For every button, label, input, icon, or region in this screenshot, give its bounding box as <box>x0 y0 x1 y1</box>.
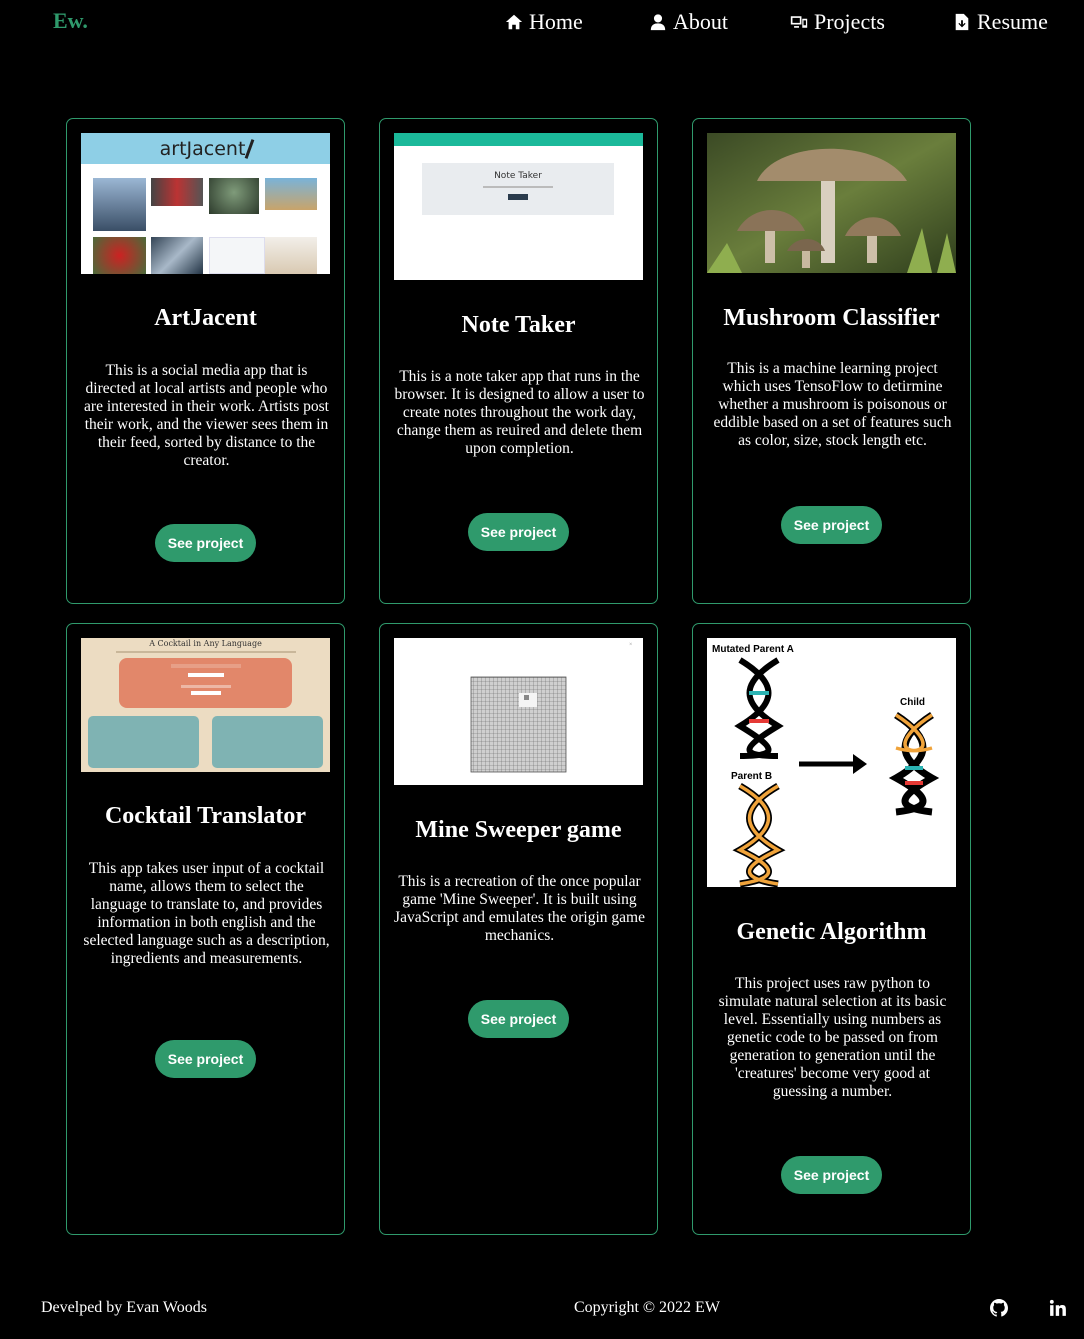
project-title: Mine Sweeper game <box>415 817 622 843</box>
cocktail-translator-screenshot: A Cocktail in Any Language <box>81 638 330 772</box>
project-description: This is a machine learning project which… <box>713 360 952 449</box>
see-project-button[interactable]: See project <box>781 1156 882 1194</box>
nav-home-link[interactable]: Home <box>505 8 583 36</box>
genetic-algorithm-diagram: Mutated Parent A Parent B Child <box>707 638 956 887</box>
see-project-button[interactable]: See project <box>468 1000 569 1038</box>
project-title: Genetic Algorithm <box>736 919 927 945</box>
svg-text:×: × <box>629 642 632 648</box>
site-logo[interactable]: Ew. <box>53 8 88 34</box>
see-project-button[interactable]: See project <box>155 524 256 562</box>
nav-about-link[interactable]: About <box>649 8 728 36</box>
nav-projects-link[interactable]: Projects <box>790 8 885 36</box>
nav-resume-link[interactable]: Resume <box>953 8 1048 36</box>
project-card-mushroom-classifier: Mushroom Classifier This is a machine le… <box>692 118 971 604</box>
project-card-cocktail-translator: A Cocktail in Any Language Cocktail Tran… <box>66 623 345 1235</box>
see-project-button[interactable]: See project <box>781 506 882 544</box>
project-description: This is a recreation of the once popular… <box>394 873 645 944</box>
github-icon <box>990 1299 1008 1317</box>
footer-copyright: Copyright © 2022 EW <box>574 1299 720 1316</box>
project-card-artjacent: artJacent ArtJacent This is a social med… <box>66 118 345 604</box>
nav-resume-label: Resume <box>977 9 1048 34</box>
parent-b-label: Parent B <box>731 771 773 782</box>
file-download-icon <box>955 13 969 31</box>
project-card-genetic-algorithm: Mutated Parent A Parent B Child Genetic … <box>692 623 971 1235</box>
see-project-button[interactable]: See project <box>468 513 569 551</box>
project-title: Mushroom Classifier <box>723 305 940 331</box>
project-description: This app takes user input of a cocktail … <box>83 860 330 967</box>
user-icon <box>650 14 666 31</box>
nav-about-label: About <box>673 9 728 34</box>
nav-projects-label: Projects <box>814 9 885 34</box>
artjacent-screenshot: artJacent <box>81 133 330 274</box>
project-title: Note Taker <box>461 312 576 338</box>
child-label: Child <box>900 697 925 708</box>
home-icon <box>505 14 523 30</box>
note-taker-thumb-heading: Note Taker <box>494 171 542 181</box>
footer-credit: Develped by Evan Woods <box>41 1299 207 1316</box>
mine-sweeper-screenshot: × <box>394 638 643 785</box>
artjacent-thumb-brand: artJacent <box>159 137 246 160</box>
nav-home-label: Home <box>529 9 583 34</box>
project-title: Cocktail Translator <box>104 803 307 829</box>
project-description: This is a note taker app that runs in th… <box>394 368 645 457</box>
linkedin-link[interactable] <box>1049 1299 1067 1317</box>
project-description: This project uses raw python to simulate… <box>718 975 947 1100</box>
cocktail-thumb-heading: A Cocktail in Any Language <box>149 639 262 648</box>
note-taker-screenshot: Note Taker <box>394 133 643 280</box>
project-title: ArtJacent <box>154 305 257 331</box>
github-link[interactable] <box>990 1299 1008 1317</box>
linkedin-icon <box>1049 1299 1066 1316</box>
project-card-mine-sweeper: × Mine Sweeper game This is a recreation… <box>379 623 658 1235</box>
devices-icon <box>790 16 808 28</box>
see-project-button[interactable]: See project <box>155 1040 256 1078</box>
parent-a-label: Mutated Parent A <box>712 644 794 655</box>
project-card-note-taker: Note Taker Note Taker This is a note tak… <box>379 118 658 604</box>
project-description: This is a social media app that is direc… <box>84 362 329 469</box>
mushroom-photo <box>707 133 956 273</box>
